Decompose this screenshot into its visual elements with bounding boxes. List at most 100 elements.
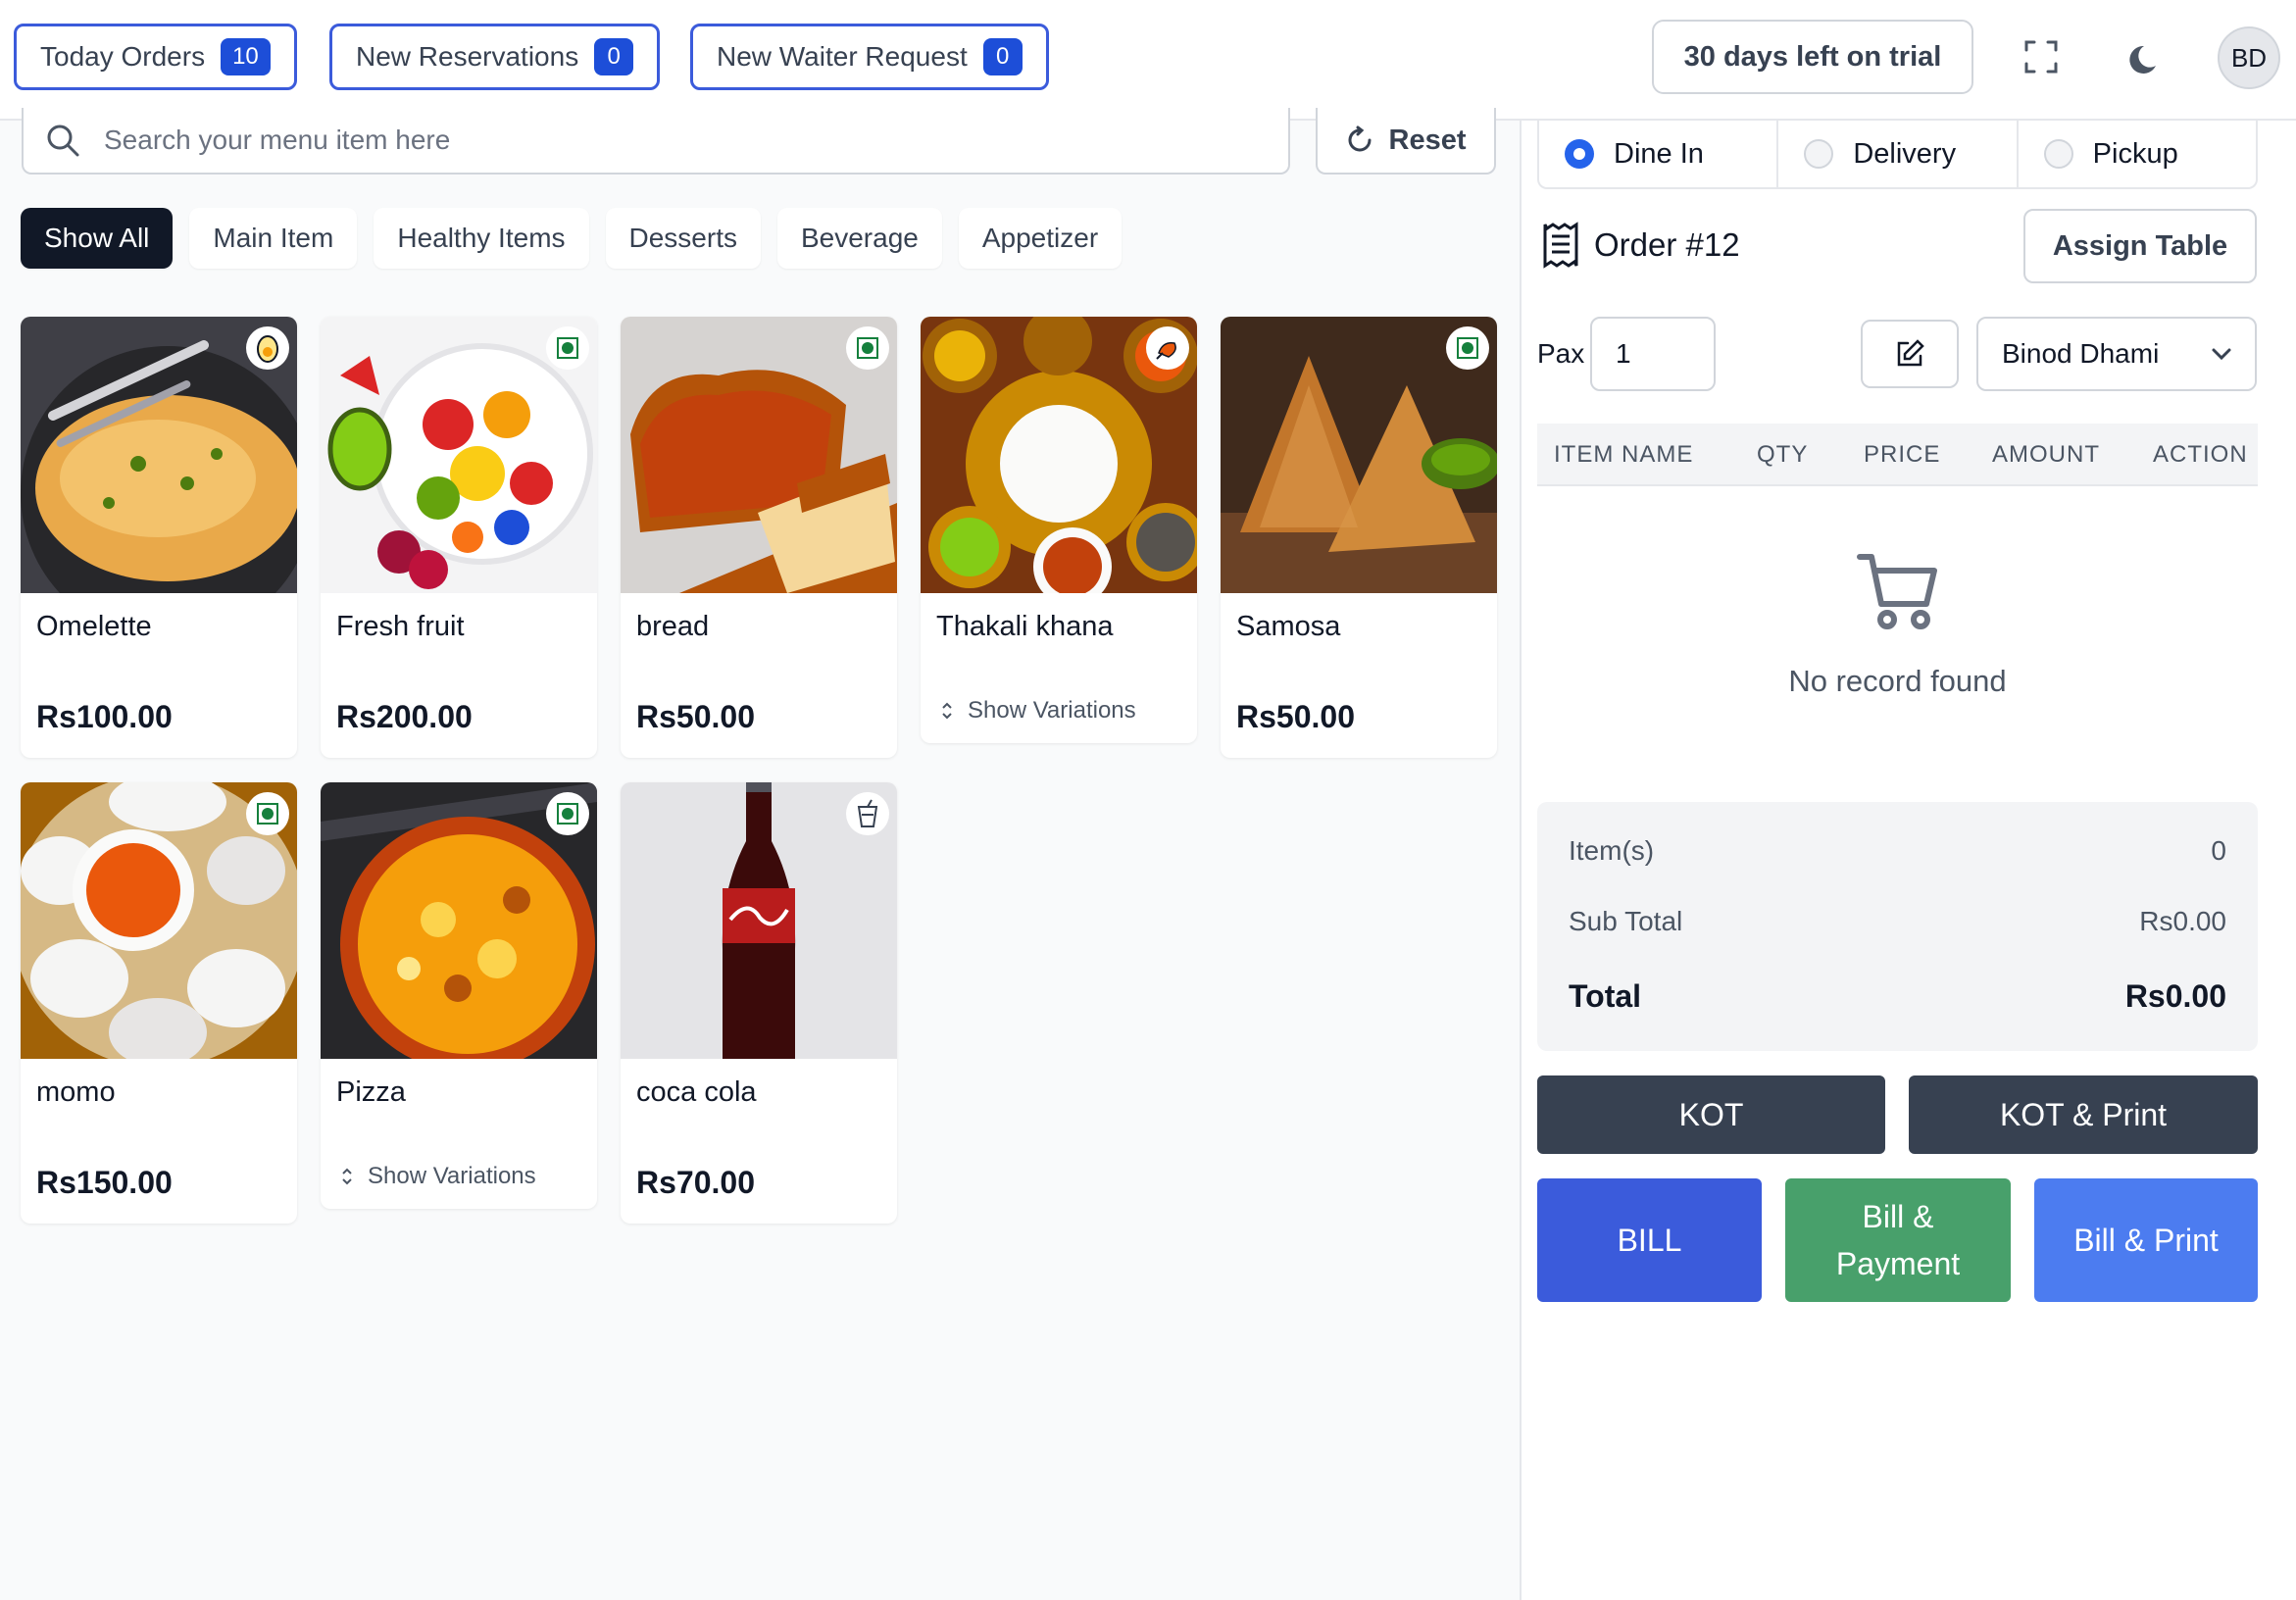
new-reservations-count-badge: 0 [594,38,634,75]
show-variations-label: Show Variations [368,1163,536,1189]
subtotal-value: Rs0.00 [2139,906,2226,936]
order-number: Order #12 [1594,226,1740,263]
menu-item-image [321,782,597,1059]
shopping-cart-icon [1856,554,1937,629]
menu-item-name: momo [36,1076,116,1108]
non-veg-icon [1146,326,1189,370]
chevron-down-icon [2212,348,2231,361]
veg-icon [546,326,589,370]
new-waiter-request-label: New Waiter Request [717,41,968,72]
items-count-value: 0 [2211,835,2226,866]
menu-item-price: Rs150.00 [36,1165,173,1200]
menu-item-card[interactable]: bread Rs50.00 [621,317,897,758]
order-type-selector: Dine In Delivery Pickup [1537,121,2258,189]
category-tab-beverage[interactable]: Beverage [776,208,942,269]
new-reservations-label: New Reservations [356,41,579,72]
assign-table-button[interactable]: Assign Table [2023,209,2257,283]
menu-item-card[interactable]: coca cola Rs70.00 [621,782,897,1224]
egg-icon [246,326,289,370]
bill-button[interactable]: BILL [1537,1178,1762,1302]
menu-item-card[interactable]: Pizza Show Variations [321,782,597,1209]
pax-input[interactable] [1590,317,1716,391]
order-type-pickup[interactable]: Pickup [2019,121,2256,187]
total-label: Total [1569,978,1642,1014]
menu-item-price: Rs70.00 [636,1165,755,1200]
menu-item-image [621,782,897,1059]
order-type-label: Delivery [1853,137,1957,170]
empty-cart-state: No record found [1537,549,2258,699]
subtotal-label: Sub Total [1569,906,1683,936]
chevron-up-down-icon [942,702,952,720]
new-waiter-request-count-badge: 0 [982,38,1023,75]
order-title: Order #12 [1539,222,1740,269]
menu-item-card[interactable]: momo Rs150.00 [21,782,297,1224]
menu-item-name: Pizza [336,1076,406,1108]
menu-item-card[interactable]: Omelette Rs100.00 [21,317,297,758]
menu-item-image [321,317,597,593]
show-variations-toggle[interactable]: Show Variations [940,697,1136,725]
veg-icon [846,326,889,370]
menu-search-input[interactable] [104,125,1182,156]
order-type-label: Dine In [1614,137,1704,170]
kot-print-button[interactable]: KOT & Print [1909,1075,2258,1154]
dark-mode-moon-icon[interactable] [2118,29,2172,84]
column-header-qty: QTY [1757,441,1809,468]
order-type-delivery[interactable]: Delivery [1778,121,2019,187]
reset-label: Reset [1388,124,1467,156]
menu-item-name: coca cola [636,1076,757,1108]
menu-item-card[interactable]: Thakali khana Show Variations [921,317,1197,743]
bill-print-button[interactable]: Bill & Print [2034,1178,2258,1302]
menu-item-name: Fresh fruit [336,611,465,642]
receipt-icon [1543,222,1578,269]
category-tabs: Show All Main Item Healthy Items Dessert… [21,208,1123,269]
menu-item-name: Thakali khana [936,611,1114,642]
fullscreen-icon[interactable] [2014,29,2069,84]
kot-button[interactable]: KOT [1537,1075,1885,1154]
pax-label: Pax [1537,338,1585,369]
user-avatar[interactable]: BD [2218,26,2280,89]
today-orders-button[interactable]: Today Orders 10 [14,24,297,90]
menu-item-image [21,782,297,1059]
radio-selected-icon[interactable] [1565,139,1594,169]
today-orders-label: Today Orders [40,41,206,72]
bill-payment-button[interactable]: Bill & Payment [1785,1178,2011,1302]
menu-item-image [921,317,1197,593]
menu-item-image [621,317,897,593]
menu-item-name: bread [636,611,710,642]
empty-message: No record found [1788,664,2007,698]
category-tab-appetizer[interactable]: Appetizer [958,208,1123,269]
radio-unselected-icon[interactable] [1804,139,1834,169]
waiter-select[interactable]: Binod Dhami [1976,317,2257,391]
category-tab-main-item[interactable]: Main Item [189,208,358,269]
edit-icon [1897,339,1924,367]
menu-item-image [21,317,297,593]
reset-button[interactable]: Reset [1316,108,1496,175]
category-tab-healthy-items[interactable]: Healthy Items [374,208,589,269]
new-waiter-request-button[interactable]: New Waiter Request 0 [690,24,1049,90]
menu-item-card[interactable]: Fresh fruit Rs200.00 [321,317,597,758]
order-items-table-header: ITEM NAME QTY PRICE AMOUNT ACTION [1537,424,2258,486]
radio-unselected-icon[interactable] [2043,139,2073,169]
order-type-dine-in[interactable]: Dine In [1539,121,1779,187]
menu-item-card[interactable]: Samosa Rs50.00 [1221,317,1497,758]
refresh-icon [1348,125,1371,152]
new-reservations-button[interactable]: New Reservations 0 [329,24,661,90]
menu-item-price: Rs50.00 [1236,699,1355,734]
show-variations-label: Show Variations [968,697,1136,724]
category-tab-show-all[interactable]: Show All [21,208,174,269]
category-tab-desserts[interactable]: Desserts [605,208,761,269]
veg-icon [246,792,289,835]
edit-order-button[interactable] [1861,320,1959,388]
menu-search-box[interactable] [22,108,1290,175]
column-header-item-name: ITEM NAME [1554,441,1694,468]
veg-icon [1446,326,1489,370]
menu-item-name: Samosa [1236,611,1341,642]
top-bar: Today Orders 10 New Reservations 0 New W… [0,0,2296,121]
menu-item-name: Omelette [36,611,152,642]
drink-icon [846,792,889,835]
search-icon [47,125,79,157]
trial-button[interactable]: 30 days left on trial [1652,20,1973,94]
show-variations-toggle[interactable]: Show Variations [340,1163,536,1190]
items-count-label: Item(s) [1569,835,1655,866]
order-summary: Item(s) 0 Sub Total Rs0.00 Total Rs0.00 [1537,802,2258,1051]
